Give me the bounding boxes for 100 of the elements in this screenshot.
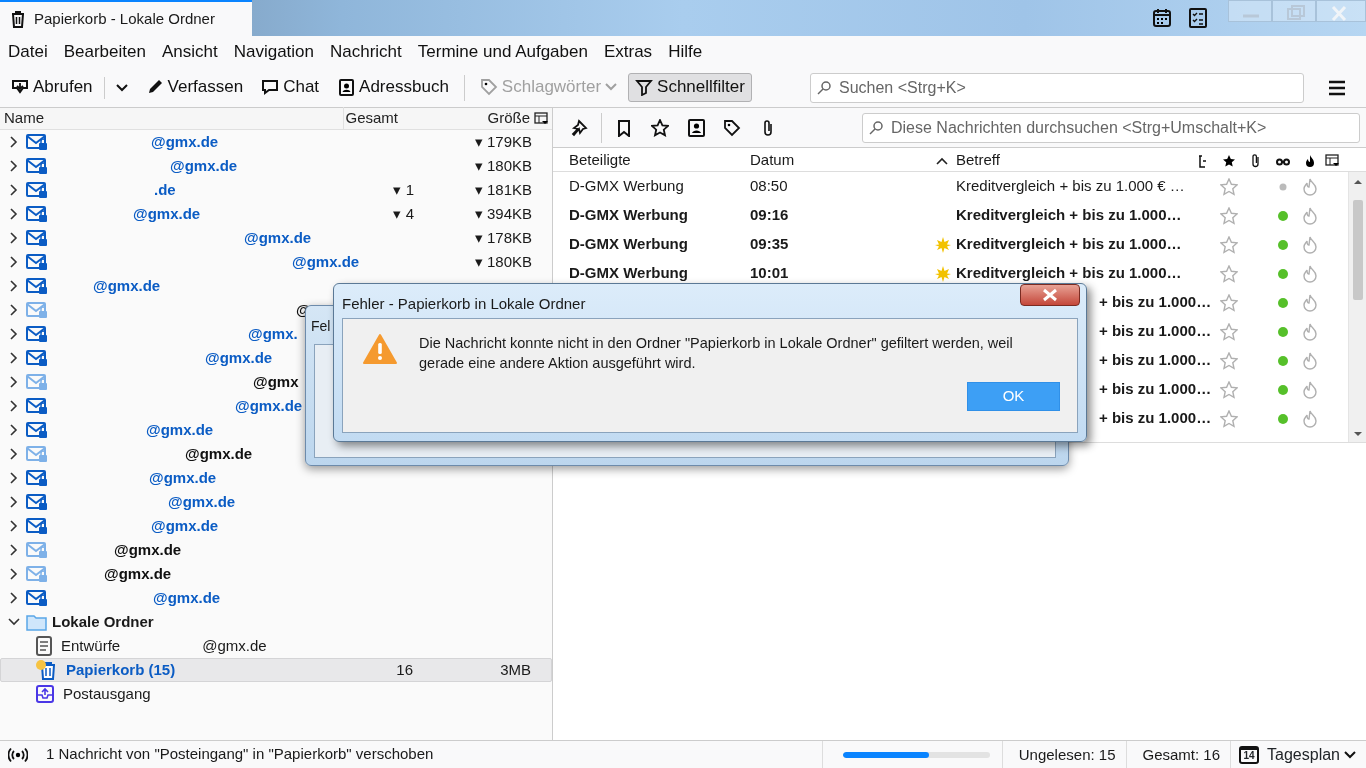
star-icon[interactable] (1219, 206, 1238, 225)
today-pane-button[interactable]: 14 Tagesplan (1230, 740, 1366, 768)
expand-icon[interactable] (8, 280, 20, 292)
toolbar-button[interactable]: Schnellfilter (628, 73, 752, 102)
star-icon[interactable] (651, 118, 669, 137)
read-status-dot[interactable] (1277, 384, 1288, 395)
column-picker-icon[interactable] (1325, 153, 1339, 168)
menu-item[interactable]: Termine und Aufgaben (409, 39, 596, 65)
contact-icon[interactable] (687, 118, 705, 137)
column-header[interactable]: Datum (750, 149, 795, 172)
account-name[interactable]: @gmx.de (48, 202, 362, 226)
expand-icon[interactable] (8, 472, 20, 484)
scroll-thumb[interactable] (1352, 200, 1363, 300)
menu-item[interactable]: Nachricht (322, 39, 410, 65)
account-name[interactable]: @gmx.de (48, 154, 362, 178)
expand-icon[interactable] (8, 184, 20, 196)
menu-item[interactable]: Ansicht (153, 39, 226, 65)
column-header[interactable]: Gesamt (344, 107, 414, 130)
read-status-dot[interactable] (1277, 210, 1288, 221)
column-header[interactable]: Name (0, 107, 344, 130)
account-name[interactable]: @gmx.de (48, 130, 362, 154)
account-name[interactable]: @gmx.de (48, 538, 362, 562)
read-status-dot[interactable] (1277, 239, 1288, 250)
search-icon (869, 120, 883, 135)
read-status-dot[interactable] (1277, 355, 1288, 366)
read-status-dot[interactable] (1277, 326, 1288, 337)
expand-icon[interactable] (8, 304, 20, 316)
expand-icon[interactable] (8, 376, 20, 388)
close-icon[interactable] (1042, 288, 1058, 302)
expand-icon[interactable] (8, 544, 20, 556)
tasks-icon[interactable] (1188, 8, 1208, 28)
toolbar-button[interactable]: Abrufen (4, 73, 100, 102)
expand-icon[interactable] (8, 136, 20, 148)
scroll-up-icon[interactable] (1352, 178, 1363, 186)
expand-icon[interactable] (8, 232, 20, 244)
expand-icon[interactable] (8, 520, 20, 532)
star-icon[interactable] (1221, 153, 1236, 168)
bookmark-icon[interactable] (615, 118, 633, 137)
scroll-down-icon[interactable] (1352, 430, 1363, 438)
account-name[interactable]: @gmx.de (48, 562, 362, 586)
column-picker-icon[interactable] (534, 111, 548, 126)
read-status-dot[interactable] (1277, 413, 1288, 424)
tag-icon[interactable] (723, 118, 741, 137)
menu-item[interactable]: Extras (595, 39, 661, 65)
menu-item[interactable]: Bearbeiten (55, 39, 154, 65)
expand-icon[interactable] (8, 256, 20, 268)
account-name[interactable]: @gmx.de (48, 250, 362, 274)
toolbar-button[interactable]: Verfassen (138, 73, 251, 102)
search-field[interactable]: Suchen <Strg+K> (810, 72, 1304, 103)
account-name[interactable]: Lokale Ordner (52, 610, 154, 634)
account-name[interactable]: @gmx.de (48, 514, 362, 538)
account-name[interactable]: @gmx.de (48, 226, 362, 250)
folder-size: ▾ 181KB (473, 179, 533, 200)
menu-item[interactable]: Datei (0, 39, 56, 65)
menu-item[interactable]: Hilfe (660, 39, 711, 65)
expand-icon[interactable] (8, 208, 20, 220)
star-icon[interactable] (1219, 409, 1238, 428)
expand-icon[interactable] (8, 352, 20, 364)
expand-icon[interactable] (8, 328, 20, 340)
account-name[interactable]: @gmx.de (48, 490, 362, 514)
window-tab[interactable]: Papierkorb - Lokale Ordner (0, 0, 252, 36)
folder-row[interactable]: Entwürfe @gmx.de (0, 634, 552, 658)
star-icon[interactable] (1219, 235, 1238, 254)
collapse-icon[interactable] (8, 616, 20, 628)
account-name[interactable]: @gmx.de (48, 466, 362, 490)
star-icon[interactable] (1219, 322, 1238, 341)
star-icon[interactable] (1219, 177, 1238, 196)
message-subject: Kreditvergleich + bis zu 1.000… (956, 263, 1183, 284)
menu-item[interactable]: Navigation (225, 39, 322, 65)
menu-icon[interactable] (1328, 79, 1346, 96)
pin-icon[interactable] (570, 118, 588, 137)
column-header[interactable]: Betreff (956, 149, 1000, 172)
dialog-message: Die Nachricht konnte nicht in den Ordner "Papierkorb in Lokale Ordner" gefiltert werden, weil gerade eine andere Aktion ausgeführt wird. (419, 333, 1014, 373)
calendar-icon[interactable] (1152, 8, 1172, 28)
star-icon[interactable] (1219, 293, 1238, 312)
account-name[interactable]: @gmx.de (48, 586, 362, 610)
expand-icon[interactable] (8, 592, 20, 604)
sort-ascending-icon[interactable] (936, 156, 948, 165)
expand-icon[interactable] (8, 400, 20, 412)
toolbar-button[interactable]: Chat (254, 73, 327, 102)
expand-icon[interactable] (8, 568, 20, 580)
folder-row[interactable]: Papierkorb (15) 16 3MB (0, 658, 552, 682)
column-header[interactable]: Größe (414, 107, 534, 130)
filter-search-field[interactable]: Diese Nachrichten durchsuchen <Strg+Umschalt+K> (862, 112, 1360, 143)
broadcast-icon[interactable] (8, 746, 28, 763)
star-icon[interactable] (1219, 264, 1238, 283)
read-status-dot[interactable] (1277, 181, 1288, 192)
expand-icon[interactable] (8, 424, 20, 436)
star-icon[interactable] (1219, 380, 1238, 399)
star-icon[interactable] (1219, 351, 1238, 370)
read-status-dot[interactable] (1277, 297, 1288, 308)
scrollbar[interactable] (1348, 172, 1366, 442)
expand-icon[interactable] (8, 160, 20, 172)
folder-row[interactable]: Postausgang (0, 682, 552, 706)
column-header[interactable]: Beteiligte (569, 149, 631, 172)
account-name[interactable]: .de (48, 178, 362, 202)
read-status-dot[interactable] (1277, 268, 1288, 279)
expand-icon[interactable] (8, 496, 20, 508)
expand-icon[interactable] (8, 448, 20, 460)
toolbar-button[interactable]: Adressbuch (330, 73, 456, 102)
